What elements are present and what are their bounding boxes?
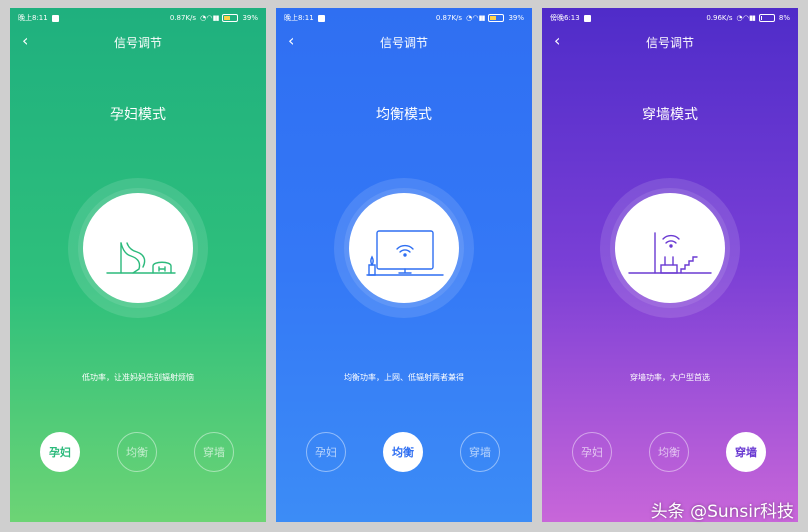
status-time: 傍晚6:13	[550, 14, 580, 22]
mode-buttons: 孕妇 均衡 穿墙	[276, 432, 532, 474]
mode-button-wall[interactable]: 穿墙	[460, 432, 500, 472]
mode-button-wall[interactable]: 穿墙	[194, 432, 234, 472]
mode-illustration	[615, 193, 725, 303]
mode-description: 低功率，让准妈妈告别辐射烦恼	[82, 373, 194, 382]
watermark: 头条 @Sunsir科技	[650, 502, 794, 522]
phone-screen-balanced: 晚上8:11 0.87K/s ◔ ◠ ▮▮ 39% ‹ 信号调节 均衡模式 均衡…	[276, 8, 532, 522]
status-speed: 0.96K/s	[706, 14, 733, 22]
status-time: 晚上8:11	[284, 14, 314, 22]
mode-illustration	[349, 193, 459, 303]
status-bar: 晚上8:11 0.87K/s ◔ ◠ ▮▮ 39%	[18, 12, 258, 24]
mode-button-wall[interactable]: 穿墙	[726, 432, 766, 472]
mode-button-balanced[interactable]: 均衡	[383, 432, 423, 472]
battery-percent: 39%	[508, 14, 524, 22]
mode-title: 孕妇模式	[110, 107, 166, 123]
battery-icon	[758, 14, 775, 22]
battery-percent: 8%	[778, 14, 790, 22]
mode-button-pregnant[interactable]: 孕妇	[572, 432, 612, 472]
battery-icon	[222, 14, 239, 22]
mode-title: 穿墙模式	[642, 107, 698, 123]
app-notification-icon	[317, 14, 325, 22]
mode-buttons: 孕妇 均衡 穿墙	[10, 432, 266, 474]
wifi-signal-icon: ◔ ◠ ▮▮	[466, 14, 485, 22]
wifi-signal-icon: ◔ ◠ ▮▮	[200, 14, 219, 22]
phone-screen-wall: 傍晚6:13 0.96K/s ◔ ◠ ▮▮ 8% ‹ 信号调节 穿墙模式 穿墙功…	[542, 8, 798, 522]
page-title: 信号调节	[379, 36, 428, 50]
mode-description: 均衡功率，上网、低辐射两者兼得	[344, 373, 464, 382]
app-header: ‹ 信号调节	[10, 32, 266, 52]
app-header: ‹ 信号调节	[276, 32, 532, 52]
status-bar: 傍晚6:13 0.96K/s ◔ ◠ ▮▮ 8%	[550, 12, 790, 24]
status-speed: 0.87K/s	[435, 14, 463, 22]
mode-button-pregnant[interactable]: 孕妇	[306, 432, 346, 472]
pregnant-woman-router-icon	[106, 242, 176, 274]
status-speed: 0.87K/s	[169, 14, 197, 22]
battery-percent: 39%	[242, 14, 258, 22]
mode-button-balanced[interactable]: 均衡	[117, 432, 157, 472]
wall-router-stairs-icon	[628, 232, 712, 274]
phone-screen-pregnant: 晚上8:11 0.87K/s ◔ ◠ ▮▮ 39% ‹ 信号调节 孕妇模式 低功…	[10, 8, 266, 522]
mode-button-balanced[interactable]: 均衡	[649, 432, 689, 472]
mode-description: 穿墙功率，大户型首选	[630, 373, 710, 382]
page-title: 信号调节	[113, 36, 162, 50]
monitor-wifi-icon	[366, 230, 444, 276]
mode-illustration	[83, 193, 193, 303]
status-bar: 晚上8:11 0.87K/s ◔ ◠ ▮▮ 39%	[284, 12, 524, 24]
app-header: ‹ 信号调节	[542, 32, 798, 52]
mode-title: 均衡模式	[376, 107, 432, 123]
mode-button-pregnant[interactable]: 孕妇	[40, 432, 80, 472]
status-time: 晚上8:11	[18, 14, 48, 22]
mode-buttons: 孕妇 均衡 穿墙	[542, 432, 798, 474]
battery-icon	[488, 14, 505, 22]
app-notification-icon	[51, 14, 59, 22]
wifi-signal-icon: ◔ ◠ ▮▮	[736, 14, 756, 22]
app-notification-icon	[583, 14, 591, 22]
page-title: 信号调节	[645, 36, 694, 50]
